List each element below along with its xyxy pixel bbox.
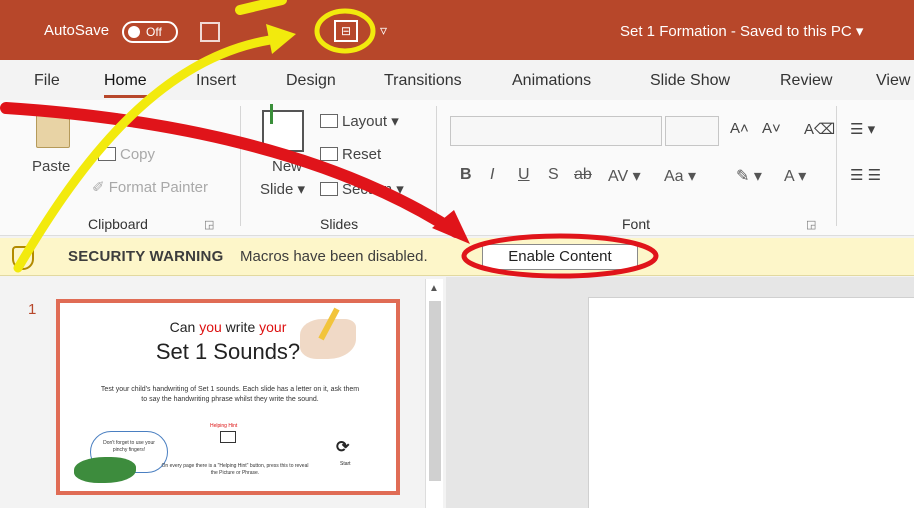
autosave-label: AutoSave <box>44 22 110 39</box>
customize-qat-icon[interactable]: ▿ <box>380 22 387 39</box>
divider <box>436 106 437 226</box>
refresh-icon: ⟳ <box>336 439 350 456</box>
title-bar: AutoSave Off ⊟ ▿ Set 1 Formation - Saved… <box>0 0 914 60</box>
new-slide-icon[interactable] <box>262 104 304 152</box>
copy-label: Copy <box>120 146 156 163</box>
new-slide-dropdown[interactable]: Slide ▾ <box>260 180 305 198</box>
thumb-bottom-note: On every page there is a "Helping Hint" … <box>161 463 309 476</box>
copy-button[interactable]: Copy <box>98 146 155 163</box>
thumb-helping-hint-label: Helping Hint <box>210 423 238 429</box>
divider <box>836 106 837 226</box>
scroll-up-arrow-icon[interactable]: ▲ <box>429 283 439 294</box>
align-left-icon[interactable]: ☰ ☰ <box>850 166 881 184</box>
format-painter-button[interactable]: ✐ Format Painter <box>92 178 208 196</box>
layout-icon <box>320 114 338 128</box>
thumb-title-line1: Can you write your <box>169 319 287 335</box>
tab-file[interactable]: File <box>34 72 60 90</box>
document-title[interactable]: Set 1 Formation - Saved to this PC ▾ <box>620 22 863 40</box>
paste-button[interactable]: Paste <box>32 158 70 175</box>
font-group-label: Font <box>622 216 651 232</box>
tab-animations[interactable]: Animations <box>512 72 591 90</box>
shadow-button[interactable]: S <box>548 166 559 184</box>
shrink-font-button[interactable]: A˅ <box>762 120 781 137</box>
ribbon-tabs: File Home Insert Design Transitions Anim… <box>0 60 914 100</box>
tab-view[interactable]: View <box>876 72 910 90</box>
thumb-description: Test your child's handwriting of Set 1 s… <box>100 386 360 403</box>
format-painter-label: Format Painter <box>108 179 208 196</box>
toggle-knob <box>128 26 140 38</box>
new-slide-button[interactable]: New <box>272 158 302 175</box>
tab-design[interactable]: Design <box>286 72 336 90</box>
shield-warning-icon: ! <box>12 246 34 270</box>
layout-label: Layout ▾ <box>342 113 399 130</box>
font-name-combo[interactable] <box>450 116 662 146</box>
reset-button[interactable]: Reset <box>320 146 381 163</box>
security-warning-title: SECURITY WARNING <box>68 248 224 265</box>
slide-thumbnail-panel: 1 Can you write your Set 1 Sounds? Test … <box>0 277 446 508</box>
section-button[interactable]: Section ▾ <box>320 180 404 198</box>
autosave-state: Off <box>146 25 162 39</box>
present-from-beginning-icon[interactable]: ⊟ <box>334 20 358 42</box>
security-warning-message: Macros have been disabled. <box>240 248 428 265</box>
tab-home[interactable]: Home <box>104 72 147 98</box>
strikethrough-button[interactable]: ab <box>574 166 592 184</box>
slides-group-label: Slides <box>320 216 359 232</box>
autosave-toggle[interactable]: Off <box>122 21 178 43</box>
tab-review[interactable]: Review <box>780 72 832 90</box>
font-dialog-launcher-icon[interactable]: ◲ <box>806 218 816 231</box>
paste-icon[interactable] <box>36 108 70 148</box>
thumbnail-scrollbar[interactable]: ▲ <box>425 279 443 508</box>
divider <box>240 106 241 226</box>
slide-canvas[interactable] <box>588 297 914 508</box>
font-size-combo[interactable] <box>665 116 719 146</box>
enable-content-button[interactable]: Enable Content <box>482 244 638 270</box>
helping-hint-icon <box>220 431 236 443</box>
bold-button[interactable]: B <box>460 166 472 184</box>
clipboard-dialog-launcher-icon[interactable]: ◲ <box>204 218 214 231</box>
bullets-icon[interactable]: ☰ ▾ <box>850 120 875 138</box>
save-icon[interactable] <box>200 22 220 42</box>
character-spacing-button[interactable]: AV ▾ <box>608 166 641 186</box>
thumb-start-label: Start <box>340 461 351 467</box>
underline-button[interactable]: U <box>518 166 530 184</box>
section-icon <box>320 182 338 196</box>
tab-transitions[interactable]: Transitions <box>384 72 462 90</box>
turtle-image <box>74 457 136 483</box>
layout-button[interactable]: Layout ▾ <box>320 112 399 130</box>
section-label: Section ▾ <box>342 181 404 198</box>
slide-number: 1 <box>28 301 37 318</box>
brush-icon: ✐ <box>92 179 109 196</box>
slide-thumbnail[interactable]: Can you write your Set 1 Sounds? Test yo… <box>56 299 400 495</box>
tab-slide-show[interactable]: Slide Show <box>650 72 730 90</box>
highlight-button[interactable]: ✎ ▾ <box>736 166 762 186</box>
thumb-title-line2: Set 1 Sounds? <box>155 339 301 364</box>
copy-icon <box>98 147 116 161</box>
grow-font-button[interactable]: A˄ <box>730 120 749 137</box>
reset-icon <box>320 147 338 161</box>
cut-button[interactable]: Cut <box>110 110 133 127</box>
tab-insert[interactable]: Insert <box>196 72 236 90</box>
italic-button[interactable]: I <box>490 166 494 184</box>
reset-label: Reset <box>342 146 382 163</box>
slide-editor-area <box>446 277 914 508</box>
clipboard-group-label: Clipboard <box>88 216 148 232</box>
ribbon: Paste Cut Copy ✐ Format Painter Clipboar… <box>0 100 914 236</box>
change-case-button[interactable]: Aa ▾ <box>664 166 696 186</box>
clear-formatting-button[interactable]: A⌫ <box>804 120 835 138</box>
security-warning-bar: ! SECURITY WARNING Macros have been disa… <box>0 238 914 276</box>
font-color-button[interactable]: A ▾ <box>784 166 806 186</box>
scroll-thumb[interactable] <box>429 301 441 481</box>
